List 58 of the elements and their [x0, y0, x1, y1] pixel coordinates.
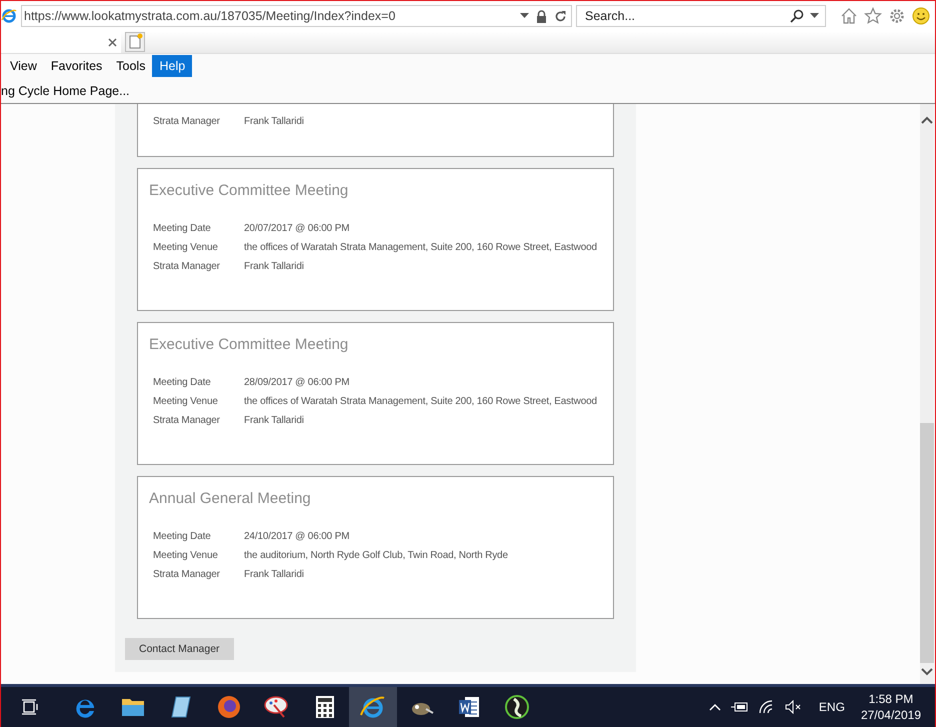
- speaker-muted-icon[interactable]: [784, 700, 803, 714]
- calculator-icon: [315, 695, 335, 719]
- address-bar[interactable]: https://www.lookatmystrata.com.au/187035/Meeting/Index?index=0: [21, 5, 572, 27]
- meeting-title: Executive Committee Meeting: [149, 182, 350, 199]
- field-value: the offices of Waratah Strata Management, Suite 200, 160 Rowe Street, Eastwood: [244, 396, 597, 407]
- search-field[interactable]: Search...: [576, 5, 826, 27]
- language-indicator[interactable]: ENG: [818, 700, 845, 714]
- field-label: Meeting Date: [153, 223, 212, 234]
- word-icon: [457, 695, 481, 719]
- field-label: Strata Manager: [153, 116, 221, 127]
- scrollbar-thumb[interactable]: [920, 423, 934, 663]
- menu-item[interactable]: Tools: [109, 55, 152, 77]
- field-label: Meeting Venue: [153, 396, 219, 407]
- menu-item[interactable]: Favorites: [44, 55, 110, 77]
- meeting-title: Annual General Meeting: [149, 490, 312, 507]
- field-label: Meeting Venue: [153, 242, 219, 253]
- scrollbar[interactable]: [920, 104, 934, 684]
- settings-icon[interactable]: [888, 7, 906, 25]
- folder-icon: [121, 696, 145, 718]
- star-icon[interactable]: [864, 7, 882, 25]
- field-label: Meeting Date: [153, 377, 212, 388]
- smiley-icon[interactable]: [912, 7, 930, 25]
- field-value: Frank Tallaridi: [244, 415, 304, 426]
- field-label: Meeting Date: [153, 531, 212, 542]
- ie-icon: [360, 695, 386, 719]
- field-value: 24/10/2017 @ 06:00 PM: [244, 531, 350, 542]
- home-icon[interactable]: [840, 7, 858, 25]
- favorites-link[interactable]: ng Cycle Home Page...: [1, 84, 130, 98]
- chevron-down-icon[interactable]: [921, 668, 933, 676]
- field-value: Frank Tallaridi: [244, 261, 304, 272]
- field-label: Strata Manager: [153, 569, 221, 580]
- paint-icon: [264, 695, 290, 719]
- field-label: Strata Manager: [153, 415, 221, 426]
- menu-item[interactable]: View: [3, 55, 44, 77]
- close-icon[interactable]: [108, 38, 117, 46]
- dropdown-arrow-icon[interactable]: [520, 13, 529, 19]
- ie-icon: [1, 8, 17, 24]
- search-icon[interactable]: [790, 9, 804, 23]
- field-value: the offices of Waratah Strata Management, Suite 200, 160 Rowe Street, Eastwood: [244, 242, 597, 253]
- refresh-icon[interactable]: [554, 10, 567, 22]
- field-value: the auditorium, North Ryde Golf Club, Twin Road, North Ryde: [244, 550, 508, 561]
- wifi-icon[interactable]: [758, 700, 775, 714]
- field-value: Frank Tallaridi: [244, 569, 304, 580]
- field-label: Meeting Venue: [153, 550, 219, 561]
- battery-icon[interactable]: [730, 701, 749, 713]
- field-value: 28/09/2017 @ 06:00 PM: [244, 377, 350, 388]
- meeting-title: Executive Committee Meeting: [149, 336, 350, 353]
- task-view-icon[interactable]: [21, 699, 39, 715]
- field-label: Strata Manager: [153, 261, 221, 272]
- dropdown-arrow-icon[interactable]: [810, 13, 819, 19]
- lock-icon: [536, 10, 547, 22]
- field-value: 20/07/2017 @ 06:00 PM: [244, 223, 350, 234]
- new-tab-icon[interactable]: [125, 32, 145, 52]
- contact-manager-button[interactable]: Contact Manager: [125, 638, 234, 660]
- chevron-up-icon[interactable]: [921, 116, 933, 124]
- menu-item[interactable]: Help: [152, 55, 192, 77]
- field-value: Frank Tallaridi: [244, 116, 304, 127]
- clock[interactable]: 1:58 PM 27/04/2019: [860, 691, 921, 723]
